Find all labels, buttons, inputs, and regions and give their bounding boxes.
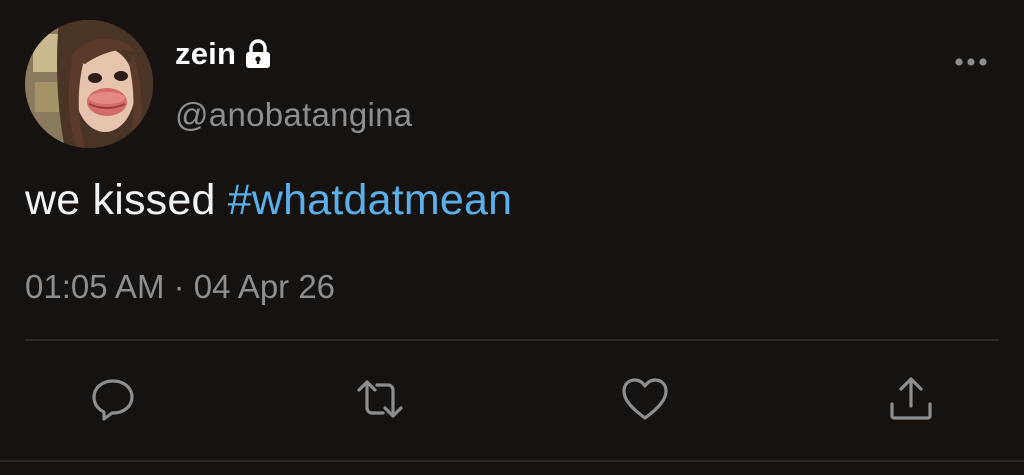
tweet-body: we kissed [25, 176, 228, 224]
user-handle[interactable]: @anobatangina [175, 96, 412, 134]
heart-icon [622, 378, 668, 420]
timestamp[interactable]: 01:05 AM · 04 Apr 26 [25, 268, 335, 306]
lock-icon [244, 39, 272, 69]
like-button[interactable] [620, 374, 670, 424]
avatar-photo [25, 20, 153, 148]
tweet-detail: zein @anobatangina we kissed #whatdatmea… [0, 0, 1024, 475]
share-icon [890, 377, 932, 420]
avatar[interactable] [25, 20, 153, 148]
display-name[interactable]: zein [175, 36, 236, 72]
reply-button[interactable] [88, 374, 138, 424]
bottom-divider [0, 460, 1024, 462]
divider [25, 339, 999, 341]
retweet-button[interactable] [355, 374, 405, 424]
retweet-icon [357, 380, 403, 418]
more-icon[interactable] [952, 52, 990, 72]
display-name-row: zein [175, 34, 272, 74]
reply-icon [92, 379, 134, 421]
hashtag-link[interactable]: #whatdatmean [228, 176, 512, 224]
tweet-text: we kissed #whatdatmean [25, 176, 512, 225]
share-button[interactable] [886, 374, 936, 424]
